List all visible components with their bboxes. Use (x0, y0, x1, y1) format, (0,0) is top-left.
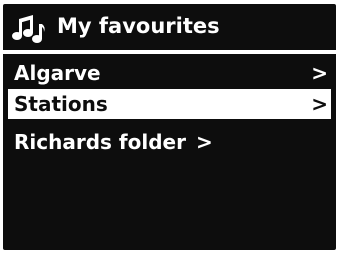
menu-item-algarve[interactable]: Algarve > (8, 58, 331, 88)
chevron-right-icon: > (195, 130, 213, 154)
chevron-right-icon: > (311, 92, 328, 116)
music-notes-icon (12, 15, 46, 43)
header-divider (3, 50, 336, 54)
page-title: My favourites (57, 14, 220, 38)
chevron-right-icon: > (311, 61, 328, 85)
menu-item-label: Richards folder (14, 130, 186, 154)
menu-item-label-group: Richards folder > (14, 127, 213, 157)
menu-item-richards-folder[interactable]: Richards folder > (8, 127, 331, 157)
menu-item-label: Stations (14, 92, 108, 116)
menu-item-label: Algarve (14, 61, 101, 85)
screen-header: My favourites (3, 4, 336, 50)
radio-display: My favourites Algarve > Stations > Richa… (3, 4, 336, 250)
menu-item-stations[interactable]: Stations > (8, 89, 331, 119)
